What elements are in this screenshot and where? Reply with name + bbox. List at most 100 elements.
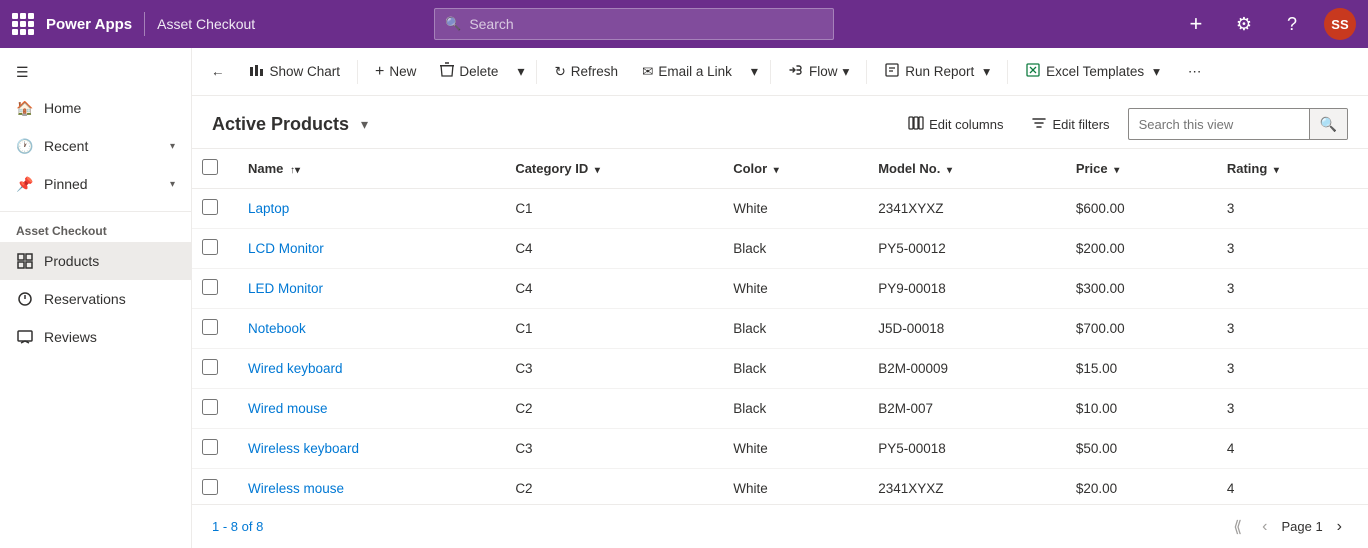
row-checkbox-cell[interactable] — [192, 469, 232, 505]
row-checkbox[interactable] — [202, 199, 218, 215]
cell-rating: 3 — [1211, 349, 1368, 389]
table-row: Wireless mouse C2 White 2341XYXZ $20.00 … — [192, 469, 1368, 505]
first-page-button[interactable]: ⟪ — [1227, 513, 1248, 541]
back-button[interactable]: ← — [200, 57, 236, 86]
next-page-button[interactable]: › — [1331, 514, 1348, 540]
row-checkbox-cell[interactable] — [192, 429, 232, 469]
select-all-header[interactable] — [192, 149, 232, 189]
sidebar-item-products[interactable]: Products — [0, 242, 191, 280]
row-checkbox[interactable] — [202, 239, 218, 255]
col-category-id[interactable]: Category ID ▾ — [499, 149, 717, 189]
sidebar-item-products-label: Products — [44, 253, 175, 269]
refresh-button[interactable]: ↻ Refresh — [543, 57, 629, 87]
select-all-checkbox[interactable] — [202, 159, 218, 175]
edit-filters-button[interactable]: Edit filters — [1021, 110, 1119, 139]
sidebar-item-reviews[interactable]: Reviews — [0, 318, 191, 356]
add-button[interactable]: + — [1180, 8, 1212, 40]
excel-caret: ▾ — [1153, 64, 1160, 80]
row-name-link[interactable]: Wireless mouse — [248, 481, 344, 496]
cell-color: Black — [717, 349, 862, 389]
sidebar-top: ☰ 🏠 Home 🕐 Recent ▾ 📌 Pinned ▾ — [0, 48, 191, 212]
edit-filters-label: Edit filters — [1052, 117, 1109, 132]
cell-category-id: C3 — [499, 429, 717, 469]
table-row: Laptop C1 White 2341XYXZ $600.00 3 — [192, 189, 1368, 229]
more-options-button[interactable]: ⋯ — [1177, 57, 1213, 87]
row-checkbox[interactable] — [202, 479, 218, 495]
show-chart-button[interactable]: Show Chart — [238, 56, 352, 87]
cell-rating: 4 — [1211, 429, 1368, 469]
sidebar-section-label: Asset Checkout — [0, 212, 191, 242]
col-rating[interactable]: Rating ▾ — [1211, 149, 1368, 189]
table-row: Wired keyboard C3 Black B2M-00009 $15.00… — [192, 349, 1368, 389]
row-checkbox-cell[interactable] — [192, 189, 232, 229]
main-layout: ☰ 🏠 Home 🕐 Recent ▾ 📌 Pinned ▾ Asset Che… — [0, 48, 1368, 548]
excel-templates-button[interactable]: Excel Templates ▾ — [1014, 55, 1171, 88]
table-scroll[interactable]: Name ↑▾ Category ID ▾ Color ▾ Model No. … — [192, 149, 1368, 504]
sidebar-item-reservations[interactable]: Reservations — [0, 280, 191, 318]
cell-name: Wireless mouse — [232, 469, 499, 505]
sidebar-item-recent[interactable]: 🕐 Recent ▾ — [0, 127, 191, 165]
row-checkbox[interactable] — [202, 359, 218, 375]
home-icon: 🏠 — [16, 99, 34, 117]
search-view-input[interactable] — [1129, 117, 1309, 132]
pagination: 1 - 8 of 8 ⟪ ‹ Page 1 › — [192, 504, 1368, 548]
new-label: New — [389, 64, 416, 79]
cell-model-no: PY9-00018 — [862, 269, 1060, 309]
show-chart-label: Show Chart — [270, 64, 341, 79]
hamburger-menu[interactable]: ☰ — [0, 56, 191, 89]
edit-columns-button[interactable]: Edit columns — [898, 110, 1013, 139]
row-checkbox[interactable] — [202, 279, 218, 295]
delete-button[interactable]: Delete — [429, 55, 509, 88]
avatar[interactable]: SS — [1324, 8, 1356, 40]
col-color[interactable]: Color ▾ — [717, 149, 862, 189]
sidebar-item-pinned[interactable]: 📌 Pinned ▾ — [0, 165, 191, 203]
cell-model-no: 2341XYXZ — [862, 189, 1060, 229]
row-checkbox-cell[interactable] — [192, 309, 232, 349]
row-checkbox-cell[interactable] — [192, 349, 232, 389]
row-checkbox-cell[interactable] — [192, 389, 232, 429]
cell-category-id: C1 — [499, 189, 717, 229]
row-name-link[interactable]: Wired mouse — [248, 401, 328, 416]
row-name-link[interactable]: Wired keyboard — [248, 361, 343, 376]
name-sort-icon: ↑▾ — [290, 165, 300, 176]
row-checkbox[interactable] — [202, 399, 218, 415]
global-search[interactable]: 🔍 — [434, 8, 834, 40]
row-name-link[interactable]: Laptop — [248, 201, 289, 216]
sidebar-item-home[interactable]: 🏠 Home — [0, 89, 191, 127]
flow-button[interactable]: Flow ▾ — [777, 55, 860, 88]
search-icon: 🔍 — [445, 16, 461, 32]
cell-rating: 3 — [1211, 389, 1368, 429]
content-area: ← Show Chart + New Delete ▾ — [192, 48, 1368, 548]
pinned-chevron: ▾ — [170, 179, 175, 190]
search-input[interactable] — [469, 16, 823, 32]
settings-icon[interactable]: ⚙ — [1228, 8, 1260, 40]
row-name-link[interactable]: LCD Monitor — [248, 241, 324, 256]
row-checkbox-cell[interactable] — [192, 229, 232, 269]
prev-page-button[interactable]: ‹ — [1256, 514, 1273, 540]
col-price[interactable]: Price ▾ — [1060, 149, 1211, 189]
run-report-button[interactable]: Run Report ▾ — [873, 55, 1001, 88]
row-name-link[interactable]: Notebook — [248, 321, 306, 336]
search-view-submit[interactable]: 🔍 — [1309, 108, 1347, 140]
cell-price: $700.00 — [1060, 309, 1211, 349]
col-name[interactable]: Name ↑▾ — [232, 149, 499, 189]
email-link-button[interactable]: ✉ Email a Link — [631, 57, 743, 87]
waffle-menu[interactable] — [12, 13, 34, 35]
cell-rating: 3 — [1211, 229, 1368, 269]
row-name-link[interactable]: Wireless keyboard — [248, 441, 359, 456]
col-model-no[interactable]: Model No. ▾ — [862, 149, 1060, 189]
row-checkbox[interactable] — [202, 319, 218, 335]
search-view[interactable]: 🔍 — [1128, 108, 1348, 140]
model-sort-icon: ▾ — [947, 165, 952, 176]
row-checkbox[interactable] — [202, 439, 218, 455]
pinned-icon: 📌 — [16, 175, 34, 193]
nav-divider — [144, 12, 145, 36]
row-checkbox-cell[interactable] — [192, 269, 232, 309]
row-name-link[interactable]: LED Monitor — [248, 281, 323, 296]
cell-color: Black — [717, 309, 862, 349]
table-title-caret[interactable]: ▾ — [361, 116, 368, 133]
delete-dropdown[interactable]: ▾ — [511, 57, 530, 86]
new-button[interactable]: + New — [364, 56, 427, 88]
help-icon[interactable]: ? — [1276, 8, 1308, 40]
email-dropdown[interactable]: ▾ — [745, 57, 764, 86]
